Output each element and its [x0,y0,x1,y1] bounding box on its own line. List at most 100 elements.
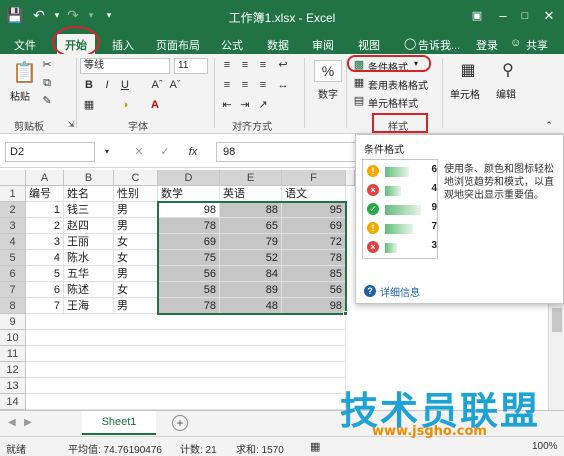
fx-button[interactable]: fx [186,145,200,159]
tab-view[interactable]: 视图 [358,37,380,53]
table-cell[interactable]: 赵四 [64,218,114,234]
scrollbar-thumb[interactable] [552,308,562,332]
table-cell[interactable]: 钱三 [64,202,114,218]
row-header[interactable]: 14 [0,394,26,410]
decrease-indent-icon[interactable]: ⇤ [220,98,234,112]
borders-icon[interactable]: ▦ [82,98,96,112]
font-color-icon[interactable]: A [148,98,162,112]
column-header[interactable]: E [220,170,282,186]
percent-icon[interactable]: % [314,60,342,82]
row-header[interactable]: 6 [0,266,26,282]
editing-button[interactable]: 编辑 [496,86,516,101]
empty-row[interactable] [26,394,346,410]
share-button[interactable]: 共享 [526,37,548,53]
row-header[interactable]: 11 [0,346,26,362]
table-cell[interactable]: 2 [26,218,64,234]
table-cell[interactable]: 陈述 [64,282,114,298]
row-header[interactable]: 8 [0,298,26,314]
table-cell[interactable]: 4 [26,250,64,266]
empty-row[interactable] [26,330,346,346]
table-cell[interactable]: 王海 [64,298,114,314]
underline-button[interactable]: U [118,78,132,92]
next-sheet-icon[interactable]: ▶ [24,417,32,428]
table-cell[interactable]: 男 [114,298,158,314]
row-header[interactable]: 1 [0,186,26,202]
login-link[interactable]: 登录 [476,37,498,53]
minimize-button[interactable]: – [492,6,514,26]
empty-row[interactable] [26,314,346,330]
font-size-combo[interactable]: 11 [174,58,208,74]
decrease-font-icon[interactable]: Aˇ [168,78,182,92]
row-header[interactable]: 7 [0,282,26,298]
align-center-icon[interactable]: ≡ [238,78,252,92]
copy-icon[interactable]: ⧉ [40,76,54,90]
italic-button[interactable]: I [100,78,114,92]
fill-handle[interactable] [343,311,348,316]
table-cell[interactable]: 五华 [64,266,114,282]
more-info-link[interactable]: 详细信息 [380,284,420,299]
cell-header-math[interactable]: 数学 [158,186,220,202]
align-middle-icon[interactable]: ≡ [238,58,252,72]
column-header[interactable]: A [26,170,64,186]
number-format-button[interactable]: 数字 [318,86,338,101]
share-icon[interactable]: ☺ [510,37,521,49]
paste-icon[interactable]: 📋 [12,60,37,86]
format-painter-icon[interactable]: ✎ [40,94,54,108]
align-left-icon[interactable]: ≡ [220,78,234,92]
tab-review[interactable]: 审阅 [312,37,334,53]
formula-input[interactable]: 98 [216,142,356,162]
column-header[interactable]: B [64,170,114,186]
tell-me-icon[interactable]: ◯ [404,37,416,50]
sheet-tab[interactable]: Sheet1 [82,411,156,435]
paste-button[interactable]: 粘贴 [10,88,30,103]
table-cell[interactable]: 陈水 [64,250,114,266]
font-name-combo[interactable]: 等线 [80,58,170,74]
table-format-button[interactable]: 套用表格格式 [368,77,428,92]
table-cell[interactable]: 王丽 [64,234,114,250]
row-header[interactable]: 13 [0,378,26,394]
cells-button[interactable]: 单元格 [450,86,480,101]
add-sheet-icon[interactable]: + [172,415,188,431]
empty-row[interactable] [26,362,346,378]
name-box[interactable]: D2 [5,142,95,162]
maximize-button[interactable]: □ [514,6,536,26]
table-cell[interactable]: 1 [26,202,64,218]
table-cell[interactable]: 男 [114,202,158,218]
table-cell[interactable]: 女 [114,282,158,298]
cell-style-button[interactable]: 单元格样式 [368,95,418,110]
increase-indent-icon[interactable]: ⇥ [238,98,252,112]
empty-row[interactable] [26,346,346,362]
table-cell[interactable]: 女 [114,250,158,266]
enter-icon[interactable]: ✓ [158,145,172,159]
table-cell[interactable]: 6 [26,282,64,298]
worksheet-grid[interactable]: A B C D E F 1 2 3 4 5 6 7 8 9 10 11 12 1… [0,170,355,410]
row-header[interactable]: 12 [0,362,26,378]
table-cell[interactable]: 男 [114,218,158,234]
orientation-icon[interactable]: ↗ [256,98,270,112]
row-header[interactable]: 2 [0,202,26,218]
help-icon[interactable]: ? [364,285,376,297]
merge-center-icon[interactable]: ↔ [276,78,290,92]
tab-data[interactable]: 数据 [267,37,289,53]
table-cell[interactable]: 5 [26,266,64,282]
prev-sheet-icon[interactable]: ◀ [8,417,16,428]
namebox-dropdown-icon[interactable]: ▾ [100,145,114,159]
align-bottom-icon[interactable]: ≡ [256,58,270,72]
align-right-icon[interactable]: ≡ [256,78,270,92]
column-header[interactable]: C [114,170,158,186]
collapse-ribbon-icon[interactable]: ⌃ [542,118,556,132]
table-cell[interactable]: 3 [26,234,64,250]
increase-font-icon[interactable]: Aˆ [150,78,164,92]
row-header[interactable]: 10 [0,330,26,346]
row-header[interactable]: 5 [0,250,26,266]
cell-header-name[interactable]: 姓名 [64,186,114,202]
table-cell[interactable]: 7 [26,298,64,314]
cell-header-chinese[interactable]: 语文 [282,186,346,202]
tab-tell-me[interactable]: 告诉我... [418,37,460,53]
row-header[interactable]: 3 [0,218,26,234]
close-button[interactable]: ✕ [538,6,560,26]
vertical-scrollbar[interactable] [548,304,564,410]
cell-header-id[interactable]: 编号 [26,186,64,202]
select-all-corner[interactable] [0,170,26,186]
cell-header-english[interactable]: 英语 [220,186,282,202]
